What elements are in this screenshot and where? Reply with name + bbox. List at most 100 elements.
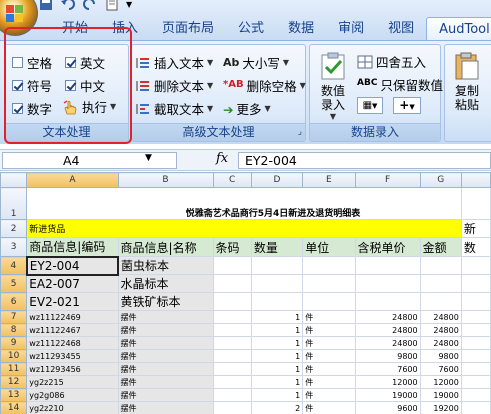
row-header-10[interactable]: 10	[0, 349, 28, 363]
cell[interactable]	[419, 256, 462, 275]
insert-text-button[interactable]: 插入文本 ▼	[135, 53, 213, 72]
table-cell[interactable]: 24800	[354, 310, 421, 324]
chinese-checkbox[interactable]	[65, 80, 76, 91]
table-cell[interactable]: 件	[302, 362, 356, 376]
extract-text-button[interactable]: 截取文本 ▼	[135, 99, 213, 118]
table-cell[interactable]: 19000	[419, 388, 462, 402]
table-cell[interactable]: yg2g086	[26, 388, 119, 402]
symbol-checkbox[interactable]	[12, 80, 23, 91]
col-header-d[interactable]: D	[250, 172, 304, 188]
table-cell[interactable]: 24800	[354, 323, 421, 337]
table-cell[interactable]: 1	[250, 362, 304, 376]
cell[interactable]	[212, 256, 252, 275]
option-space[interactable]: 空格	[12, 53, 52, 72]
tab-home[interactable]: 开始	[50, 17, 100, 40]
section-cell[interactable]: 新进货品	[26, 219, 462, 238]
cell-a6[interactable]: EV2-021	[26, 292, 119, 311]
col-header-f[interactable]: F	[354, 172, 421, 188]
keep-value-button[interactable]: ABC 只保留数值	[357, 75, 443, 94]
row-header-12[interactable]: 12	[0, 375, 28, 389]
format-dropdown[interactable]: ▦▼	[357, 97, 383, 114]
table-cell[interactable]: 24800	[419, 336, 462, 350]
table-cell[interactable]: 件	[302, 375, 356, 389]
cell[interactable]	[419, 292, 462, 311]
table-cell[interactable]	[460, 388, 491, 402]
table-cell[interactable]: 7600	[354, 362, 421, 376]
qat-dropdown-icon[interactable]: ▼	[126, 0, 132, 9]
row-header-7[interactable]: 7	[0, 310, 28, 324]
add-dropdown[interactable]: +▼	[393, 97, 421, 114]
delete-text-button[interactable]: 删除文本 ▼	[135, 76, 213, 95]
row-header-3[interactable]: 3	[0, 237, 28, 257]
table-cell[interactable]: 摆件	[117, 375, 214, 389]
cell[interactable]	[250, 256, 304, 275]
cell[interactable]	[302, 274, 356, 293]
table-cell[interactable]: 摆件	[117, 401, 214, 414]
cell[interactable]	[460, 274, 491, 293]
cell-b4[interactable]: 菌虫标本	[117, 256, 214, 275]
table-cell[interactable]	[460, 310, 491, 324]
option-english[interactable]: 英文	[65, 53, 105, 72]
select-all-corner[interactable]	[0, 172, 28, 188]
table-cell[interactable]: yg2z210	[26, 401, 119, 414]
table-cell[interactable]: 摆件	[117, 362, 214, 376]
cell[interactable]	[354, 256, 421, 275]
table-cell[interactable]: 件	[302, 310, 356, 324]
english-checkbox[interactable]	[65, 57, 76, 68]
print-preview-icon[interactable]	[104, 0, 120, 11]
table-cell[interactable]: 1	[250, 349, 304, 363]
cell[interactable]	[354, 274, 421, 293]
chevron-down-icon[interactable]: ▼	[145, 153, 157, 163]
cell[interactable]	[212, 274, 252, 293]
table-cell[interactable]: 摆件	[117, 336, 214, 350]
col-header-a[interactable]: A	[26, 172, 119, 188]
table-cell[interactable]	[212, 323, 252, 337]
tab-data[interactable]: 数据	[276, 17, 326, 40]
table-cell[interactable]	[212, 349, 252, 363]
row-header-13[interactable]: 13	[0, 388, 28, 402]
header-cell-amount[interactable]: 金额	[419, 237, 462, 257]
header-cell-unit[interactable]: 单位	[302, 237, 356, 257]
cell-h1[interactable]	[460, 187, 491, 220]
table-cell[interactable]: 24800	[354, 336, 421, 350]
cell-a4[interactable]: EY2-004	[25, 255, 120, 276]
header-cell-name[interactable]: 商品信息|名称	[117, 237, 214, 257]
table-cell[interactable]: 9600	[354, 401, 421, 414]
table-cell[interactable]	[212, 388, 252, 402]
save-icon[interactable]	[38, 0, 54, 11]
table-cell[interactable]: 件	[302, 323, 356, 337]
cell[interactable]	[302, 256, 356, 275]
table-cell[interactable]: 24800	[419, 323, 462, 337]
table-cell[interactable]: wz11122468	[26, 336, 119, 350]
table-cell[interactable]	[212, 310, 252, 324]
tab-review[interactable]: 审阅	[326, 17, 376, 40]
edge-cell-hdr[interactable]: 数	[460, 237, 491, 257]
row-header-11[interactable]: 11	[0, 362, 28, 376]
table-cell[interactable]: 9800	[419, 349, 462, 363]
table-cell[interactable]	[460, 323, 491, 337]
table-cell[interactable]	[212, 375, 252, 389]
tab-page-layout[interactable]: 页面布局	[150, 17, 226, 40]
row-header-14[interactable]: 14	[0, 401, 28, 414]
table-cell[interactable]: 1	[250, 375, 304, 389]
header-cell-qty[interactable]: 数量	[250, 237, 304, 257]
cell[interactable]	[460, 292, 491, 311]
table-cell[interactable]: 9800	[354, 349, 421, 363]
table-cell[interactable]	[460, 336, 491, 350]
table-cell[interactable]	[212, 401, 252, 414]
row-header-2[interactable]: 2	[0, 219, 28, 238]
undo-icon[interactable]	[60, 0, 76, 11]
redo-icon[interactable]	[82, 0, 98, 11]
table-cell[interactable]: 摆件	[117, 388, 214, 402]
cell[interactable]	[250, 292, 304, 311]
col-header-g[interactable]: G	[419, 172, 462, 188]
table-cell[interactable]: yg2z215	[26, 375, 119, 389]
table-cell[interactable]: 件	[302, 401, 356, 414]
table-cell[interactable]: 1	[250, 388, 304, 402]
cell-b6[interactable]: 黄铁矿标本	[117, 292, 214, 311]
dialog-launcher-icon[interactable]: ⌟	[298, 124, 302, 141]
table-cell[interactable]: 12000	[419, 375, 462, 389]
row-header-4[interactable]: 4	[0, 256, 28, 275]
table-cell[interactable]: 件	[302, 388, 356, 402]
tab-view[interactable]: 视图	[376, 17, 426, 40]
